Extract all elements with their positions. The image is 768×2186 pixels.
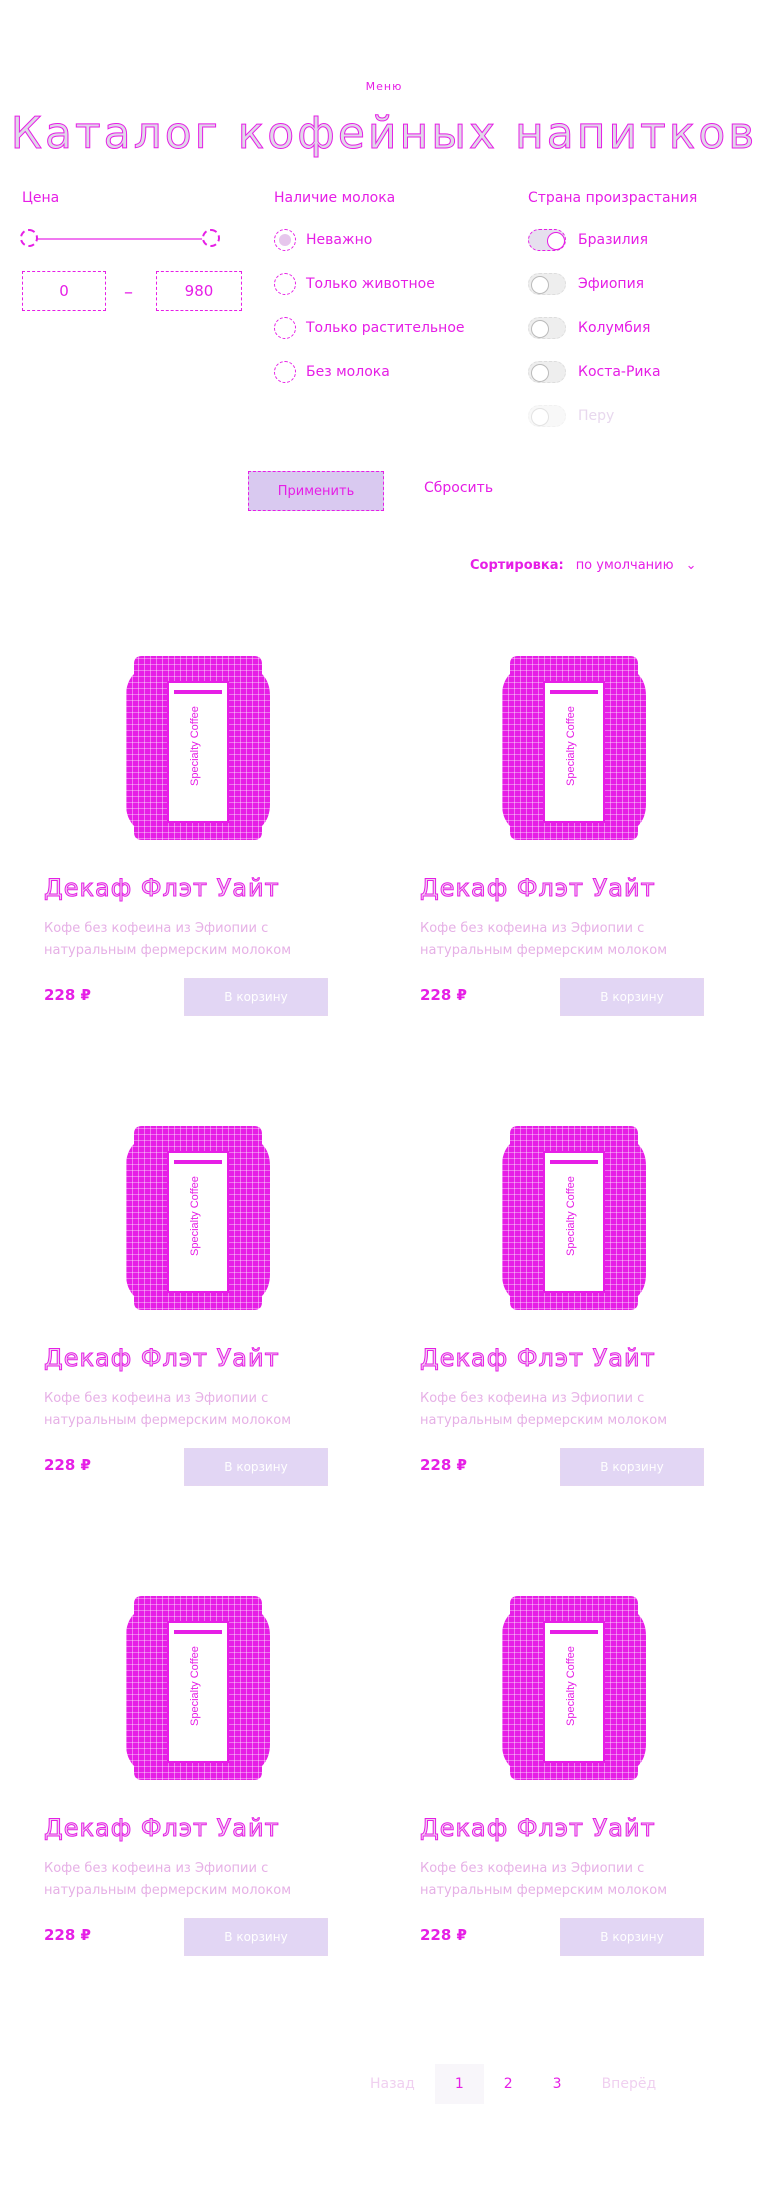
pagination-page-3[interactable]: 3: [533, 2064, 582, 2104]
add-to-cart-button[interactable]: В корзину: [184, 1918, 328, 1956]
product-card[interactable]: Specialty Coffee Декаф Флэт Уайт Кофе бе…: [14, 606, 382, 1066]
country-toggle-brazil[interactable]: Бразилия: [528, 229, 648, 251]
price-range-dash: –: [124, 282, 133, 303]
svg-text:Specialty Coffee: Specialty Coffee: [189, 1646, 201, 1726]
svg-text:Specialty Coffee: Specialty Coffee: [565, 1176, 577, 1256]
pagination: Назад 1 2 3 Вперёд: [350, 2064, 676, 2104]
product-description: Кофе без кофеина из Эфиопии с натуральны…: [44, 1391, 292, 1428]
toggle-switch[interactable]: [528, 361, 566, 383]
product-card[interactable]: Specialty Coffee Декаф Флэт Уайт Кофе бе…: [390, 606, 758, 1066]
pagination-next[interactable]: Вперёд: [582, 2064, 677, 2104]
sort-control[interactable]: Сортировка: по умолчанию ⌄: [470, 558, 696, 573]
milk-option-none[interactable]: Без молока: [274, 361, 390, 383]
product-name[interactable]: Декаф Флэт Уайт: [44, 1344, 280, 1373]
product-description: Кофе без кофеина из Эфиопии с натуральны…: [44, 921, 292, 958]
add-to-cart-button[interactable]: В корзину: [184, 1448, 328, 1486]
country-toggle-ethiopia[interactable]: Эфиопия: [528, 273, 644, 295]
country-filter-title: Страна произрастания: [528, 190, 698, 206]
sort-value[interactable]: по умолчанию: [576, 558, 674, 573]
milk-option-plant[interactable]: Только растительное: [274, 317, 465, 339]
price-min-input[interactable]: 0: [22, 271, 106, 311]
breadcrumb[interactable]: Меню: [0, 80, 768, 93]
country-label: Коста-Рика: [578, 364, 661, 380]
country-toggle-colombia[interactable]: Колумбия: [528, 317, 650, 339]
product-price: 228 ₽: [420, 1926, 467, 1944]
product-card[interactable]: Specialty Coffee Декаф Флэт Уайт Кофе бе…: [14, 1546, 382, 2006]
milk-filter-title: Наличие молока: [274, 190, 396, 206]
radio-icon: [274, 273, 296, 295]
coffee-can-image: Specialty Coffee: [496, 1116, 652, 1316]
radio-icon: [274, 317, 296, 339]
add-to-cart-button[interactable]: В корзину: [560, 1918, 704, 1956]
product-card[interactable]: Specialty Coffee Декаф Флэт Уайт Кофе бе…: [390, 1076, 758, 1536]
price-slider-track[interactable]: [28, 238, 212, 240]
svg-text:Specialty Coffee: Specialty Coffee: [565, 706, 577, 786]
country-label: Бразилия: [578, 232, 649, 248]
svg-text:Specialty Coffee: Specialty Coffee: [565, 1646, 577, 1726]
sort-label: Сортировка:: [470, 558, 564, 573]
add-to-cart-button[interactable]: В корзину: [560, 978, 704, 1016]
product-description: Кофе без кофеина из Эфиопии с натуральны…: [420, 1391, 668, 1428]
pagination-page-1[interactable]: 1: [434, 2064, 484, 2104]
toggle-switch[interactable]: [528, 273, 566, 295]
country-label: Колумбия: [578, 320, 651, 336]
toggle-switch[interactable]: [528, 405, 566, 427]
milk-option-label: Без молока: [306, 364, 390, 380]
product-name[interactable]: Декаф Флэт Уайт: [44, 1814, 280, 1843]
radio-icon: [274, 361, 296, 383]
price-filter-title: Цена: [22, 190, 60, 206]
product-description: Кофе без кофеина из Эфиопии с натуральны…: [420, 1861, 668, 1898]
coffee-can-image: Specialty Coffee: [120, 1586, 276, 1786]
page-title: Каталог кофейных напитков: [10, 108, 758, 160]
pagination-page-2[interactable]: 2: [484, 2064, 533, 2104]
country-label: Перу: [578, 408, 615, 424]
radio-icon: [274, 229, 296, 251]
product-price: 228 ₽: [44, 1926, 91, 1944]
country-toggle-costa-rica[interactable]: Коста-Рика: [528, 361, 661, 383]
pagination-prev[interactable]: Назад: [350, 2064, 435, 2104]
country-toggle-peru[interactable]: Перу: [528, 405, 614, 427]
price-slider-max-handle[interactable]: [202, 229, 220, 247]
country-label: Эфиопия: [578, 276, 645, 292]
milk-option-label: Только животное: [306, 276, 435, 292]
svg-text:Specialty Coffee: Specialty Coffee: [189, 1176, 201, 1256]
chevron-down-icon: ⌄: [685, 558, 697, 573]
coffee-can-image: Specialty Coffee: [120, 1116, 276, 1316]
svg-text:Specialty Coffee: Specialty Coffee: [189, 706, 201, 786]
product-description: Кофе без кофеина из Эфиопии с натуральны…: [420, 921, 668, 958]
product-name[interactable]: Декаф Флэт Уайт: [420, 874, 656, 903]
milk-option-any[interactable]: Неважно: [274, 229, 372, 251]
toggle-switch[interactable]: [528, 317, 566, 339]
reset-filters-button[interactable]: Сбросить: [424, 480, 493, 496]
add-to-cart-button[interactable]: В корзину: [560, 1448, 704, 1486]
product-price: 228 ₽: [44, 1456, 91, 1474]
toggle-switch[interactable]: [528, 229, 566, 251]
product-description: Кофе без кофеина из Эфиопии с натуральны…: [44, 1861, 292, 1898]
coffee-can-image: Specialty Coffee: [496, 646, 652, 846]
product-card[interactable]: Specialty Coffee Декаф Флэт Уайт Кофе бе…: [390, 1546, 758, 2006]
product-name[interactable]: Декаф Флэт Уайт: [420, 1814, 656, 1843]
add-to-cart-button[interactable]: В корзину: [184, 978, 328, 1016]
product-price: 228 ₽: [44, 986, 91, 1004]
coffee-can-image: Specialty Coffee: [496, 1586, 652, 1786]
milk-option-label: Только растительное: [306, 320, 465, 336]
apply-filters-button[interactable]: Применить: [248, 471, 384, 511]
product-price: 228 ₽: [420, 1456, 467, 1474]
product-card[interactable]: Specialty Coffee Декаф Флэт Уайт Кофе бе…: [14, 1076, 382, 1536]
product-price: 228 ₽: [420, 986, 467, 1004]
price-slider-min-handle[interactable]: [20, 229, 38, 247]
product-name[interactable]: Декаф Флэт Уайт: [44, 874, 280, 903]
product-name[interactable]: Декаф Флэт Уайт: [420, 1344, 656, 1373]
price-max-input[interactable]: 980: [156, 271, 242, 311]
milk-option-label: Неважно: [306, 232, 373, 248]
milk-option-animal[interactable]: Только животное: [274, 273, 435, 295]
coffee-can-image: Specialty Coffee: [120, 646, 276, 846]
